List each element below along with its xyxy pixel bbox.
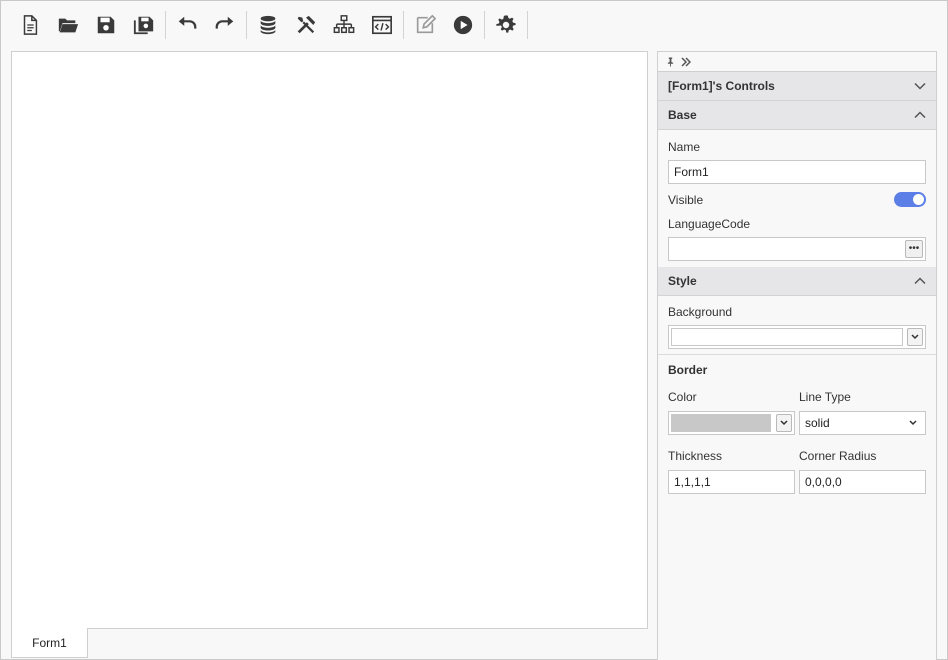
database-icon xyxy=(260,15,276,35)
controls-section-header[interactable]: [Form1]'s Controls xyxy=(658,72,936,101)
chevron-down-icon xyxy=(780,420,788,426)
background-select[interactable] xyxy=(668,325,926,349)
tools-icon xyxy=(297,15,316,34)
open-folder-button[interactable] xyxy=(49,8,87,42)
color-column: Color xyxy=(668,390,795,435)
chevron-down-icon xyxy=(914,82,926,90)
edit-icon xyxy=(416,14,436,34)
chevron-down-icon xyxy=(909,420,917,426)
tools-button[interactable] xyxy=(287,8,325,42)
name-input-value: Form1 xyxy=(674,165,709,179)
run-button[interactable] xyxy=(444,8,482,42)
chevron-up-icon xyxy=(914,111,926,119)
new-file-icon xyxy=(23,15,38,35)
line-type-select[interactable]: solid xyxy=(799,411,926,435)
style-section-header[interactable]: Style xyxy=(658,267,936,296)
thickness-input[interactable]: 1,1,1,1 xyxy=(668,470,795,494)
thickness-value: 1,1,1,1 xyxy=(674,475,711,489)
undo-button[interactable] xyxy=(168,8,206,42)
language-code-input[interactable]: ••• xyxy=(668,237,926,261)
name-label: Name xyxy=(668,140,701,154)
toolbar-separator xyxy=(403,11,404,39)
new-file-button[interactable] xyxy=(11,8,49,42)
tab-form1[interactable]: Form1 xyxy=(11,628,88,658)
pin-icon[interactable] xyxy=(666,57,675,67)
settings-gear-icon xyxy=(496,15,516,33)
visible-row: Visible xyxy=(658,184,936,215)
controls-section-title: [Form1]'s Controls xyxy=(668,79,775,93)
toolbar xyxy=(11,8,530,42)
settings-button[interactable] xyxy=(487,8,525,42)
open-folder-icon xyxy=(58,18,79,33)
line-type-column: Line Type solid xyxy=(799,390,926,435)
language-code-browse-button[interactable]: ••• xyxy=(905,240,923,258)
code-window-icon xyxy=(372,15,392,35)
undo-icon xyxy=(178,16,197,29)
border-row-1: Color Line Type solid xyxy=(658,390,936,435)
background-label: Background xyxy=(668,305,733,319)
color-label: Color xyxy=(668,390,697,404)
toolbar-separator xyxy=(484,11,485,39)
border-color-select[interactable] xyxy=(668,411,795,435)
double-chevron-right-icon[interactable] xyxy=(681,56,691,67)
visible-label: Visible xyxy=(668,192,704,207)
ellipsis-icon: ••• xyxy=(908,243,920,254)
border-group-title: Border xyxy=(668,363,708,377)
thickness-label: Thickness xyxy=(668,449,723,463)
chevron-up-icon xyxy=(914,277,926,285)
save-icon xyxy=(97,16,115,34)
properties-panel: [Form1]'s Controls Base Name Form1 Visib… xyxy=(657,51,937,660)
corner-radius-value: 0,0,0,0 xyxy=(805,475,842,489)
thickness-column: Thickness 1,1,1,1 xyxy=(668,449,795,494)
save-button[interactable] xyxy=(87,8,125,42)
base-section-header[interactable]: Base xyxy=(658,101,936,130)
corner-radius-column: Corner Radius 0,0,0,0 xyxy=(799,449,926,494)
corner-radius-input[interactable]: 0,0,0,0 xyxy=(799,470,926,494)
code-window-button[interactable] xyxy=(363,8,401,42)
redo-icon xyxy=(215,16,234,29)
chevron-down-icon xyxy=(911,334,919,340)
save-all-button[interactable] xyxy=(125,8,163,42)
toolbar-separator xyxy=(246,11,247,39)
database-button[interactable] xyxy=(249,8,287,42)
toolbar-separator xyxy=(527,11,528,39)
background-color-swatch xyxy=(671,328,903,346)
name-input[interactable]: Form1 xyxy=(668,160,926,184)
redo-button[interactable] xyxy=(206,8,244,42)
panel-topbar xyxy=(658,52,936,72)
edit-button[interactable] xyxy=(406,8,444,42)
save-all-icon xyxy=(133,16,154,35)
corner-radius-label: Corner Radius xyxy=(799,449,877,463)
visible-toggle[interactable] xyxy=(894,192,926,207)
border-color-swatch xyxy=(671,414,771,432)
toolbar-separator xyxy=(165,11,166,39)
background-dropdown-button[interactable] xyxy=(907,328,923,346)
border-row-2: Thickness 1,1,1,1 Corner Radius 0,0,0,0 xyxy=(658,449,936,494)
hierarchy-button[interactable] xyxy=(325,8,363,42)
design-canvas[interactable] xyxy=(11,51,648,629)
border-color-dropdown-button[interactable] xyxy=(776,414,792,432)
language-code-label: LanguageCode xyxy=(668,217,751,231)
tab-form1-label: Form1 xyxy=(32,635,67,650)
base-section-title: Base xyxy=(668,108,697,122)
line-type-label: Line Type xyxy=(799,390,851,404)
style-section-title: Style xyxy=(668,274,697,288)
play-icon xyxy=(453,15,473,35)
hierarchy-icon xyxy=(333,15,355,34)
line-type-value: solid xyxy=(805,416,830,430)
